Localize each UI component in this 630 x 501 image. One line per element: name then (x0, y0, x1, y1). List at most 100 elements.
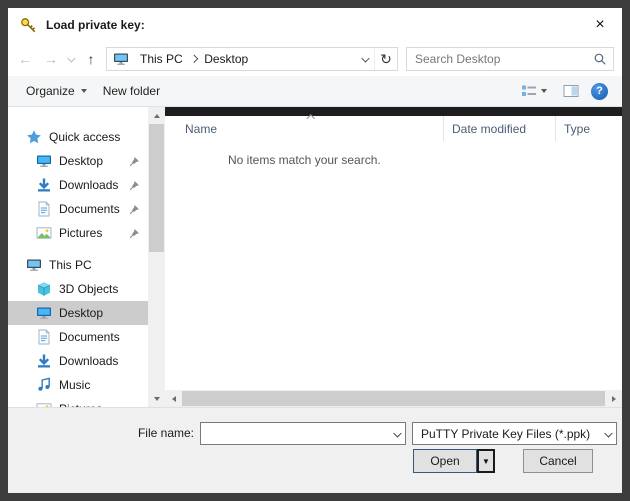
scrollbar-thumb[interactable] (182, 391, 605, 406)
scroll-left-button[interactable] (165, 390, 182, 407)
up-button[interactable]: ↑ (78, 46, 104, 72)
sidebar-item-desktop[interactable]: Desktop (8, 149, 148, 173)
scrollbar-thumb[interactable] (149, 124, 164, 252)
search-box[interactable] (406, 47, 614, 71)
monitor-icon (36, 305, 52, 321)
back-button[interactable]: ← (12, 46, 38, 72)
open-dropdown-button[interactable]: ▼ (477, 449, 495, 473)
scroll-down-button[interactable] (148, 390, 165, 407)
file-name-input[interactable] (201, 427, 388, 441)
triangle-left-icon (172, 396, 176, 402)
forward-icon: → (44, 51, 58, 67)
cancel-button[interactable]: Cancel (523, 449, 593, 473)
empty-state-text: No items match your search. (228, 153, 381, 167)
column-date-label: Date modified (452, 122, 526, 136)
column-name-label: Name (185, 122, 217, 136)
file-type-value: PuTTY Private Key Files (*.ppk) (421, 427, 599, 441)
sidebar-item-label: Documents (59, 202, 120, 216)
download-icon (36, 353, 52, 369)
window-title: Load private key: (46, 18, 145, 32)
sidebar-item-pictures[interactable]: Pictures (8, 397, 148, 407)
sidebar-item-downloads[interactable]: Downloads (8, 349, 148, 373)
list-view-icon (521, 83, 537, 99)
breadcrumb-item-this-pc[interactable]: This PC (133, 48, 190, 70)
preview-pane-icon (563, 83, 579, 99)
pin-icon (129, 156, 140, 167)
sidebar-scrollbar[interactable] (148, 107, 165, 407)
sidebar-item-label: Downloads (59, 354, 118, 368)
new-folder-button[interactable]: New folder (95, 76, 168, 106)
preview-pane-button[interactable] (563, 83, 579, 99)
sidebar-item-3d-objects[interactable]: 3D Objects (8, 277, 148, 301)
pin-icon (129, 204, 140, 215)
sidebar-item-label: Desktop (59, 154, 103, 168)
content-area: Quick access Desktop Downloads Documents Pic… (8, 107, 622, 407)
triangle-down-icon: ▼ (482, 457, 490, 466)
organize-label: Organize (26, 84, 75, 98)
change-view-button[interactable] (517, 83, 551, 99)
refresh-button[interactable]: ↻ (374, 48, 397, 70)
sidebar-item-label: Documents (59, 330, 120, 344)
sidebar-item-label: Downloads (59, 178, 118, 192)
pin-icon (129, 180, 140, 191)
close-button[interactable]: × (578, 8, 622, 42)
file-type-select[interactable]: PuTTY Private Key Files (*.ppk) (412, 422, 617, 445)
column-header-name[interactable]: Name (165, 116, 444, 141)
sidebar-item-documents[interactable]: Documents (8, 197, 148, 221)
sidebar-item-label: Quick access (49, 130, 120, 144)
column-header-date-modified[interactable]: Date modified (444, 116, 556, 141)
sidebar: Quick access Desktop Downloads Documents Pic… (8, 107, 148, 407)
computer-icon (26, 257, 42, 273)
music-icon (36, 377, 52, 393)
load-private-key-dialog: Load private key: × ← → ↑ This PC Desktop… (8, 8, 622, 493)
desktop-background: Load private key: × ← → ↑ This PC Desktop… (0, 0, 630, 501)
sidebar-item-this-pc[interactable]: This PC (8, 253, 148, 277)
column-header-type[interactable]: Type (556, 116, 622, 141)
scroll-up-button[interactable] (148, 107, 165, 124)
file-name-combobox[interactable] (200, 422, 406, 445)
up-icon: ↑ (88, 51, 95, 67)
open-button[interactable]: Open (413, 449, 477, 473)
close-icon: × (595, 16, 604, 34)
recent-locations-button[interactable] (64, 46, 78, 72)
document-icon (36, 201, 52, 217)
command-toolbar: Organize New folder ? (8, 76, 622, 107)
address-dropdown-button[interactable] (356, 48, 374, 70)
address-bar[interactable]: This PC Desktop ↻ (106, 47, 398, 71)
sort-ascending-chevron-icon (308, 110, 314, 124)
navigation-bar: ← → ↑ This PC Desktop ↻ (8, 42, 622, 76)
download-icon (36, 177, 52, 193)
forward-button[interactable]: → (38, 46, 64, 72)
cube-icon (36, 281, 52, 297)
chevron-down-icon (81, 89, 87, 93)
monitor-icon (36, 153, 52, 169)
list-top-strip (165, 107, 622, 116)
column-type-label: Type (564, 122, 590, 136)
horizontal-scrollbar[interactable] (165, 390, 622, 407)
putty-key-icon (20, 17, 38, 33)
breadcrumb-item-desktop[interactable]: Desktop (197, 48, 255, 70)
sidebar-item-desktop[interactable]: Desktop (8, 301, 148, 325)
sidebar-item-documents[interactable]: Documents (8, 325, 148, 349)
sidebar-item-label: Music (59, 378, 90, 392)
triangle-up-icon (154, 114, 160, 118)
sidebar-item-quick-access[interactable]: Quick access (8, 125, 148, 149)
file-list: Name Date modified Type No items match y… (165, 107, 622, 407)
scroll-right-button[interactable] (605, 390, 622, 407)
sidebar-item-pictures[interactable]: Pictures (8, 221, 148, 245)
sidebar-item-downloads[interactable]: Downloads (8, 173, 148, 197)
file-name-dropdown-button[interactable] (388, 423, 405, 444)
sidebar-item-music[interactable]: Music (8, 373, 148, 397)
document-icon (36, 329, 52, 345)
organize-button[interactable]: Organize (18, 76, 95, 106)
chevron-down-icon (68, 54, 76, 62)
sidebar-item-label: 3D Objects (59, 282, 118, 296)
computer-icon (113, 51, 129, 67)
file-name-label: File name: (8, 422, 194, 445)
help-button[interactable]: ? (591, 83, 608, 100)
picture-icon (36, 225, 52, 241)
search-input[interactable] (415, 52, 593, 66)
chevron-down-icon (393, 429, 401, 437)
column-header-row: Name Date modified Type (165, 116, 622, 141)
title-bar: Load private key: × (8, 8, 622, 42)
